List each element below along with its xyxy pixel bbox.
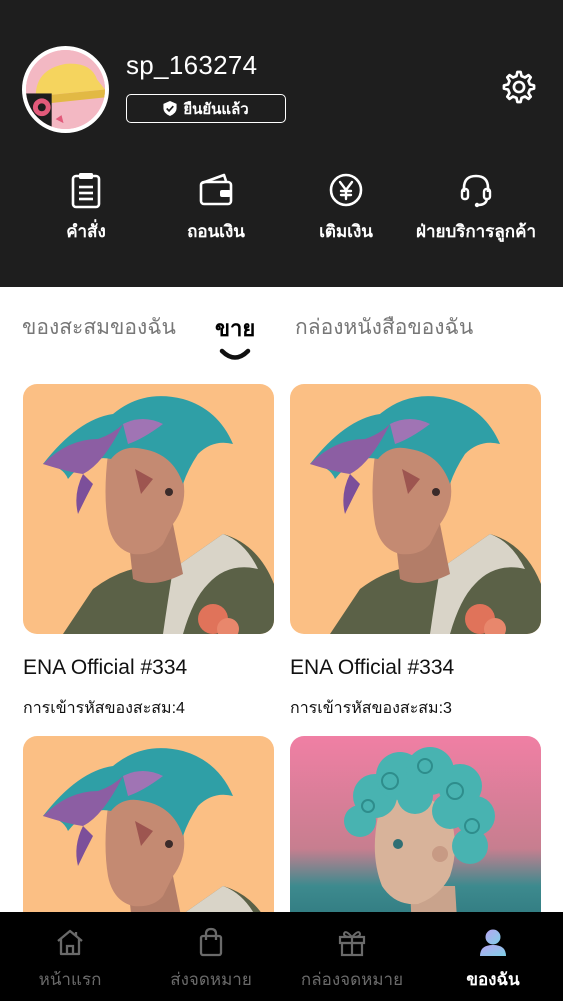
nav-home[interactable]: หน้าแรก (0, 926, 140, 993)
collectible-card[interactable]: ENA Official #334 การเข้ารหัสของสะสม:3 (290, 384, 541, 721)
wallet-icon (199, 173, 233, 206)
verified-label: ยืนยันแล้ว (183, 100, 249, 118)
withdraw-label: ถอนเงิน (187, 222, 245, 241)
user-avatar[interactable] (22, 46, 109, 133)
collectible-image[interactable] (23, 384, 274, 634)
orders-button[interactable]: คำสั่ง (16, 170, 156, 245)
customer-service-button[interactable]: ฝ่ายบริการลูกค้า (406, 170, 546, 245)
tab-sell[interactable]: ขาย (215, 311, 255, 346)
tab-my-book-box[interactable]: กล่องหนังสือของฉัน (295, 311, 473, 344)
verified-badge: ยืนยันแล้ว (126, 94, 286, 123)
collectible-image[interactable] (290, 384, 541, 634)
nav-send-mail-label: ส่งจดหมาย (170, 970, 252, 989)
gear-icon[interactable] (500, 68, 538, 106)
nav-mailbox[interactable]: กล่องจดหมาย (282, 926, 422, 993)
shopping-bag-icon (199, 927, 223, 957)
collectible-code-count: การเข้ารหัสของสะสม:3 (290, 700, 452, 717)
shield-check-icon (163, 101, 177, 116)
tab-my-collections[interactable]: ของสะสมของฉัน (22, 311, 176, 344)
nav-mailbox-label: กล่องจดหมาย (300, 970, 404, 989)
nav-my-account[interactable]: ของฉัน (423, 926, 563, 993)
collection-tabs: ของสะสมของฉัน ขาย กล่องหนังสือของฉัน (0, 287, 563, 367)
gift-icon (338, 931, 366, 957)
collectible-code-count: การเข้ารหัสของสะสม:4 (23, 700, 185, 717)
withdraw-button[interactable]: ถอนเงิน (146, 170, 286, 245)
top-up-label: เติมเงิน (319, 222, 373, 241)
top-up-button[interactable]: เติมเงิน (276, 170, 416, 245)
yen-coin-icon (329, 173, 363, 207)
nav-my-account-label: ของฉัน (466, 970, 520, 989)
collectible-title: ENA Official #334 (23, 656, 188, 679)
home-icon (57, 929, 83, 956)
collectible-title: ENA Official #334 (290, 656, 455, 679)
nav-send-mail[interactable]: ส่งจดหมาย (141, 926, 281, 993)
customer-service-label: ฝ่ายบริการลูกค้า (416, 222, 536, 241)
clipboard-icon (71, 173, 101, 209)
active-tab-indicator (219, 348, 251, 360)
user-avatar-icon (480, 929, 506, 956)
orders-label: คำสั่ง (66, 222, 106, 241)
headset-icon (460, 174, 492, 208)
bottom-navigation: หน้าแรก ส่งจดหมาย กล่องจดหมาย ของฉัน (0, 912, 563, 1001)
nav-home-label: หน้าแรก (38, 970, 102, 989)
collectible-card[interactable]: ENA Official #334 การเข้ารหัสของสะสม:4 (23, 384, 274, 721)
username: sp_163274 (126, 50, 258, 80)
profile-header: sp_163274 ยืนยันแล้ว คำสั่ง ถอนเงิน เติม… (0, 0, 563, 287)
